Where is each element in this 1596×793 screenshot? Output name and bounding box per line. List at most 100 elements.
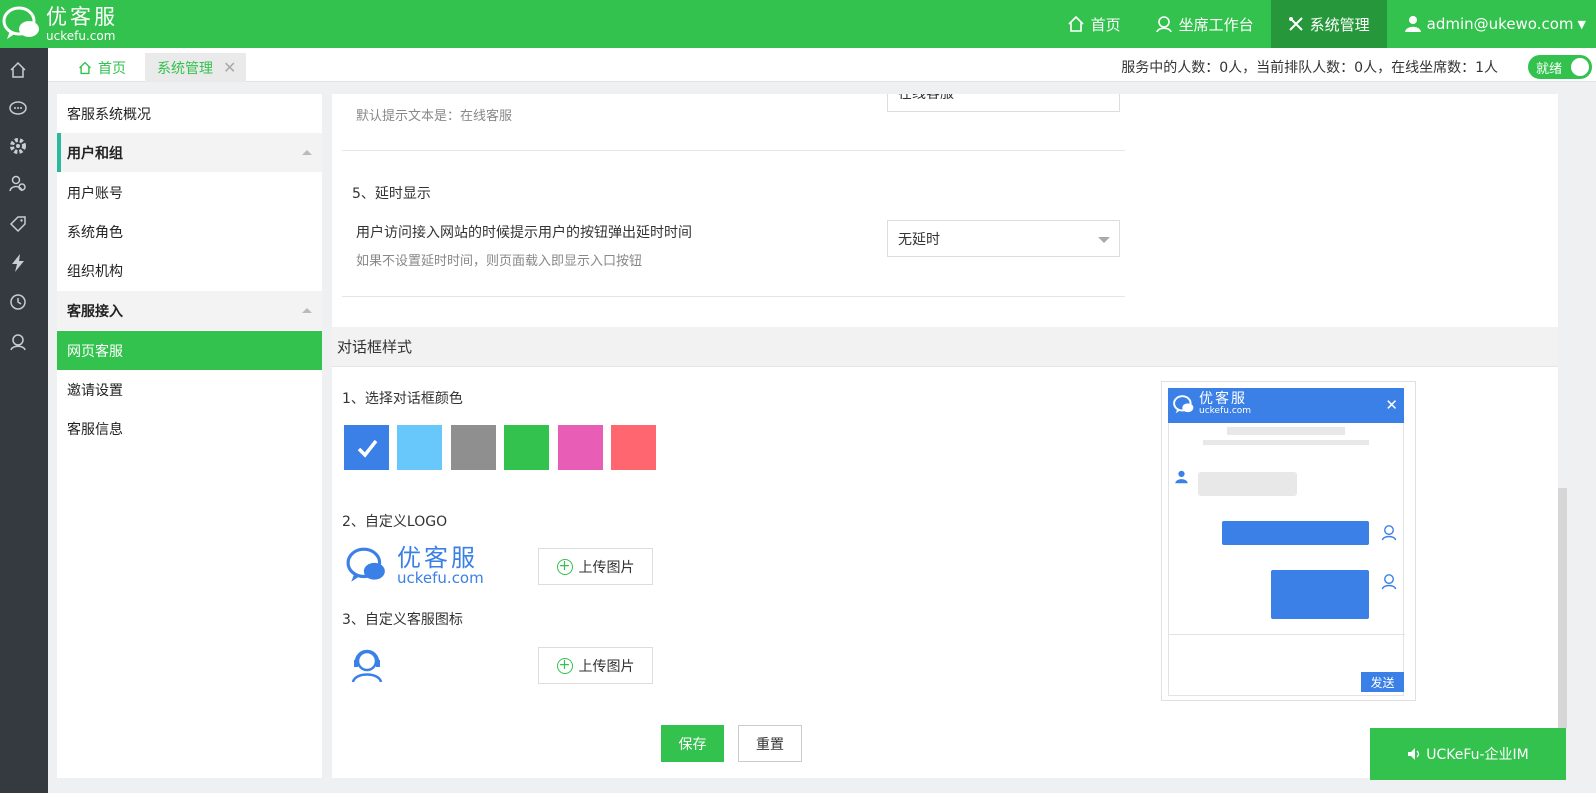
im-float-label: UCKeFu-企业IM — [1426, 747, 1529, 763]
divider — [1169, 634, 1405, 635]
color-swatch-gray[interactable] — [451, 425, 496, 470]
lightning-icon[interactable] — [8, 253, 28, 273]
agent-icon-label: 3、自定义客服图标 — [342, 612, 463, 628]
app-logo[interactable]: 优客服 uckefu.com — [2, 4, 118, 44]
upload-label: 上传图片 — [578, 658, 635, 675]
sidebar-item-organization[interactable]: 组织机构 — [57, 251, 322, 290]
plus-circle-icon: + — [556, 558, 573, 575]
tag-icon[interactable] — [8, 214, 28, 234]
gear-icon[interactable] — [8, 136, 28, 156]
headset-icon — [1155, 16, 1172, 33]
divider — [342, 296, 1125, 297]
nav-system[interactable]: 系统管理 — [1270, 0, 1387, 48]
caret-up-icon — [302, 150, 312, 155]
delay-description: 用户访问接入网站的时候提示用户的按钮弹出延时时间 — [356, 225, 692, 241]
custom-agent-icon-preview — [348, 646, 386, 688]
tab-system[interactable]: 系统管理 ✕ — [145, 53, 247, 82]
headset-agent-icon — [351, 649, 383, 683]
user-email: admin@ukewo.com — [1426, 15, 1574, 33]
chat-bubble-logo-icon — [2, 4, 42, 44]
chevron-down-icon — [1098, 237, 1110, 243]
sidebar-item-label: 用户账号 — [67, 185, 123, 202]
delay-select[interactable]: 无延时 — [887, 220, 1120, 257]
logo-domain: uckefu.com — [397, 569, 484, 587]
nav-workbench-label: 坐席工作台 — [1178, 15, 1254, 34]
logo-name: 优客服 — [397, 544, 478, 572]
sidebar-item-roles[interactable]: 系统角色 — [57, 212, 322, 251]
custom-logo-preview: 优客服 uckefu.com — [345, 545, 484, 587]
color-swatch-red[interactable] — [611, 425, 656, 470]
main-content: 在线客服 默认提示文本是：在线客服 5、延时显示 用户访问接入网站的时候提示用户… — [332, 94, 1558, 778]
toggle-knob — [1571, 58, 1589, 76]
divider — [342, 150, 1125, 151]
sidebar-item-label: 客服系统概况 — [67, 106, 151, 123]
dialog-style-section-title: 对话框样式 — [332, 327, 1558, 367]
placeholder-bar — [1227, 427, 1345, 435]
chat-icon[interactable] — [8, 99, 28, 119]
tab-home[interactable]: 首页 — [66, 53, 138, 82]
sidebar-item-service-info[interactable]: 客服信息 — [57, 409, 322, 448]
delay-select-value: 无延时 — [898, 231, 940, 248]
sidebar-item-label: 客服信息 — [67, 421, 123, 438]
close-icon[interactable]: ✕ — [1385, 396, 1398, 414]
prompt-text-input[interactable]: 在线客服 — [887, 94, 1120, 112]
scrollbar-thumb[interactable] — [1558, 488, 1567, 728]
preview-brand: 优客服 — [1199, 391, 1247, 407]
speaker-icon — [1408, 748, 1420, 760]
agent-message-bubble — [1271, 570, 1369, 619]
nav-home-label: 首页 — [1090, 15, 1121, 34]
im-float-button[interactable]: UCKeFu-企业IM — [1370, 728, 1566, 780]
sidebar-group-users[interactable]: 用户和组 — [57, 133, 322, 172]
nav-system-label: 系统管理 — [1309, 15, 1370, 34]
sidebar-item-invite-settings[interactable]: 邀请设置 — [57, 370, 322, 409]
sidebar-item-user-accounts[interactable]: 用户账号 — [57, 173, 322, 212]
icon-sidebar — [0, 48, 48, 793]
tools-icon — [1288, 17, 1303, 31]
placeholder-bar — [1203, 440, 1369, 445]
agent-message-bubble — [1222, 521, 1369, 545]
preview-send-button[interactable]: 发送 — [1361, 672, 1404, 692]
sidebar-item-web-service[interactable]: 网页客服 — [57, 331, 322, 370]
upload-logo-button[interactable]: + 上传图片 — [538, 548, 653, 585]
chat-window-preview: 优客服 uckefu.com ✕ 发送 — [1161, 381, 1416, 701]
save-button[interactable]: 保存 — [661, 725, 724, 762]
tab-system-label: 系统管理 — [157, 60, 213, 77]
delay-title: 5、延时显示 — [352, 186, 431, 202]
headset-agent-icon — [1381, 525, 1397, 541]
prompt-hint: 默认提示文本是：在线客服 — [356, 109, 513, 124]
agent-icon[interactable] — [8, 332, 28, 352]
service-status: 服务中的人数：0人，当前排队人数：0人，在线坐席数：1人 — [1121, 60, 1498, 76]
active-group-marker — [57, 133, 61, 172]
chat-bubble-logo-icon — [1173, 395, 1194, 414]
users-icon[interactable] — [8, 174, 28, 194]
color-swatch-light-blue[interactable] — [397, 425, 442, 470]
nav-home[interactable]: 首页 — [1050, 0, 1138, 48]
ready-toggle[interactable]: 就绪 — [1528, 55, 1592, 79]
user-menu[interactable]: admin@ukewo.com ▼ — [1387, 0, 1596, 48]
headset-agent-icon — [1381, 574, 1397, 590]
visitor-message-bubble — [1198, 472, 1297, 496]
close-icon[interactable]: ✕ — [223, 58, 236, 77]
reset-button[interactable]: 重置 — [738, 725, 802, 762]
history-icon[interactable] — [8, 292, 28, 312]
sidebar-item-overview[interactable]: 客服系统概况 — [57, 94, 322, 133]
home-icon[interactable] — [8, 60, 28, 80]
sidebar-group-access[interactable]: 客服接入 — [57, 291, 322, 330]
color-swatch-blue[interactable] — [344, 425, 389, 470]
color-swatch-pink[interactable] — [558, 425, 603, 470]
color-swatch-green[interactable] — [504, 425, 549, 470]
logo-label: 2、自定义LOGO — [342, 514, 448, 530]
ready-label: 就绪 — [1536, 61, 1563, 77]
user-icon — [1404, 16, 1421, 32]
settings-sidebar: 客服系统概况 用户和组 用户账号 系统角色 组织机构 客服接入 网页客服 邀请设… — [57, 94, 322, 778]
app-name: 优客服 — [46, 4, 118, 29]
app-domain: uckefu.com — [46, 28, 116, 43]
preview-domain: uckefu.com — [1199, 406, 1252, 416]
nav-workbench[interactable]: 坐席工作台 — [1138, 0, 1271, 48]
upload-label: 上传图片 — [578, 559, 635, 576]
upload-agent-icon-button[interactable]: + 上传图片 — [538, 647, 653, 684]
plus-circle-icon: + — [556, 657, 573, 674]
tab-strip: 首页 系统管理 ✕ 服务中的人数：0人，当前排队人数：0人，在线坐席数：1人 就… — [48, 48, 1596, 82]
sidebar-item-label: 系统角色 — [67, 224, 123, 241]
sidebar-item-label: 客服接入 — [67, 303, 123, 320]
